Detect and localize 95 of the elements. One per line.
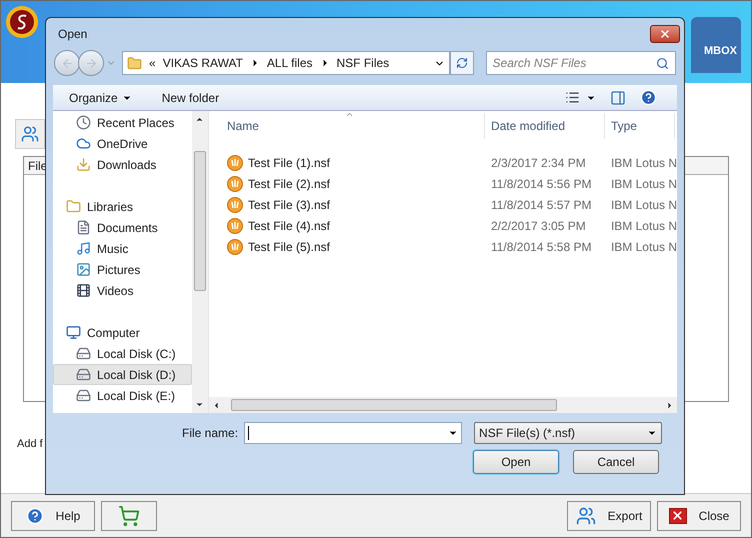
libraries-icon bbox=[66, 199, 81, 214]
cart-button[interactable] bbox=[101, 500, 157, 530]
toolbar-button[interactable] bbox=[15, 119, 45, 149]
nav-item[interactable]: Documents bbox=[53, 217, 192, 238]
organize-menu[interactable]: Organize bbox=[69, 88, 132, 106]
documents-icon bbox=[76, 220, 91, 235]
file-name: Test File (1).nsf bbox=[248, 154, 330, 172]
column-header[interactable]: Date modified bbox=[484, 113, 605, 139]
file-row[interactable]: Test File (2).nsf 11/8/2014 5:56 PM IBM Lotus N bbox=[208, 173, 677, 194]
search-field[interactable]: Search NSF Files bbox=[486, 51, 676, 75]
downloads-icon bbox=[76, 157, 91, 172]
file-type: IBM Lotus N bbox=[610, 238, 677, 256]
folder-icon bbox=[127, 56, 142, 70]
breadcrumb-item[interactable]: ALL files bbox=[266, 54, 313, 72]
export-button[interactable]: Export bbox=[567, 500, 651, 530]
search-input[interactable]: Search NSF Files bbox=[492, 54, 656, 72]
nav-item[interactable]: Pictures bbox=[53, 259, 192, 280]
close-button[interactable] bbox=[650, 25, 680, 43]
nav-item[interactable]: Music bbox=[53, 238, 192, 259]
view-icon[interactable] bbox=[565, 90, 580, 105]
nav-item[interactable]: Videos bbox=[53, 280, 192, 301]
file-type: IBM Lotus N bbox=[610, 218, 677, 234]
overflow-chevron: « bbox=[149, 55, 156, 72]
close-icon bbox=[668, 508, 687, 524]
preview-pane-icon[interactable] bbox=[610, 90, 626, 106]
recent-icon bbox=[76, 115, 91, 130]
people-icon bbox=[576, 506, 596, 526]
scroll-right-icon[interactable] bbox=[665, 400, 674, 410]
file-type: IBM Lotus N bbox=[610, 154, 677, 172]
banner-label: MBOX bbox=[704, 44, 737, 58]
pictures-icon bbox=[76, 262, 91, 277]
refresh-button[interactable] bbox=[450, 51, 474, 75]
cloud-icon bbox=[76, 136, 91, 151]
computer-icon bbox=[66, 325, 81, 340]
file-type: IBM Lotus N bbox=[610, 196, 677, 214]
forward-arrow-icon bbox=[84, 56, 98, 70]
search-icon bbox=[656, 56, 669, 70]
back-button[interactable] bbox=[54, 50, 80, 76]
nav-item[interactable]: Libraries bbox=[53, 196, 192, 217]
videos-icon bbox=[76, 283, 91, 298]
help-icon bbox=[26, 506, 44, 524]
database-file-icon bbox=[226, 196, 243, 212]
file-date: 2/3/2017 2:34 PM bbox=[490, 154, 587, 172]
file-date: 2/2/2017 3:05 PM bbox=[490, 218, 587, 234]
nav-item[interactable]: Downloads bbox=[53, 154, 192, 175]
file-date: 11/8/2014 5:57 PM bbox=[490, 196, 592, 214]
scroll-down-icon[interactable] bbox=[195, 400, 204, 409]
scrollbar[interactable] bbox=[192, 111, 208, 413]
nav-item[interactable]: Local Disk (C:) bbox=[53, 343, 192, 364]
database-file-icon bbox=[226, 218, 243, 234]
file-name: Test File (5).nsf bbox=[248, 238, 330, 256]
close-button[interactable]: Close bbox=[657, 500, 741, 530]
logo-icon bbox=[5, 5, 39, 39]
nav-item[interactable]: Recent Places bbox=[53, 112, 192, 133]
database-file-icon bbox=[226, 238, 243, 254]
dialog-title: Open bbox=[58, 26, 88, 43]
column-header[interactable]: Type bbox=[604, 113, 675, 139]
file-name: Test File (4).nsf bbox=[248, 218, 330, 234]
forward-button[interactable] bbox=[78, 50, 104, 76]
file-name: Test File (2).nsf bbox=[248, 176, 330, 192]
scroll-up-icon[interactable] bbox=[195, 115, 204, 124]
refresh-icon bbox=[456, 57, 468, 69]
new-folder-button[interactable]: New folder bbox=[162, 88, 220, 106]
column-header[interactable]: Name bbox=[226, 113, 485, 139]
file-name: Test File (3).nsf bbox=[248, 196, 330, 214]
address-bar[interactable]: « VIKAS RAWAT ALL files NSF Files bbox=[122, 51, 450, 75]
file-name-label: File name: bbox=[182, 425, 238, 442]
help-icon[interactable] bbox=[640, 89, 657, 106]
people-icon bbox=[21, 125, 39, 143]
file-row[interactable]: Test File (4).nsf 2/2/2017 3:05 PM IBM Lotus N bbox=[208, 215, 677, 236]
close-icon bbox=[659, 28, 671, 40]
breadcrumb-item[interactable]: NSF Files bbox=[336, 54, 390, 72]
back-arrow-icon bbox=[60, 56, 74, 70]
file-row[interactable]: Test File (5).nsf 11/8/2014 5:58 PM IBM Lotus N bbox=[208, 236, 677, 257]
file-type: IBM Lotus N bbox=[610, 176, 677, 192]
file-date: 11/8/2014 5:56 PM bbox=[490, 176, 592, 192]
nav-item[interactable]: OneDrive bbox=[53, 133, 192, 154]
nav-item[interactable]: Local Disk (D:) bbox=[53, 364, 192, 385]
file-name-field[interactable] bbox=[244, 422, 462, 444]
file-row[interactable]: Test File (1).nsf 2/3/2017 2:34 PM IBM Lotus N bbox=[208, 152, 677, 173]
database-file-icon bbox=[226, 154, 243, 170]
nav-item[interactable]: Local Disk (E:) bbox=[53, 385, 192, 406]
scrollbar[interactable] bbox=[208, 397, 677, 413]
nav-item[interactable]: Computer bbox=[53, 322, 192, 343]
file-date: 11/8/2014 5:58 PM bbox=[490, 238, 592, 256]
help-button[interactable]: Help bbox=[11, 500, 95, 530]
file-row[interactable]: Test File (3).nsf 11/8/2014 5:57 PM IBM Lotus N bbox=[208, 194, 677, 215]
cancel-button[interactable]: Cancel bbox=[573, 450, 659, 474]
open-button[interactable]: Open bbox=[473, 450, 559, 474]
hint-text: Add f bbox=[17, 437, 44, 452]
database-file-icon bbox=[226, 176, 243, 192]
cart-icon bbox=[118, 504, 140, 526]
music-icon bbox=[76, 241, 91, 256]
file-type-dropdown[interactable]: NSF File(s) (*.nsf) bbox=[474, 422, 662, 444]
breadcrumb-item[interactable]: VIKAS RAWAT bbox=[162, 54, 243, 72]
